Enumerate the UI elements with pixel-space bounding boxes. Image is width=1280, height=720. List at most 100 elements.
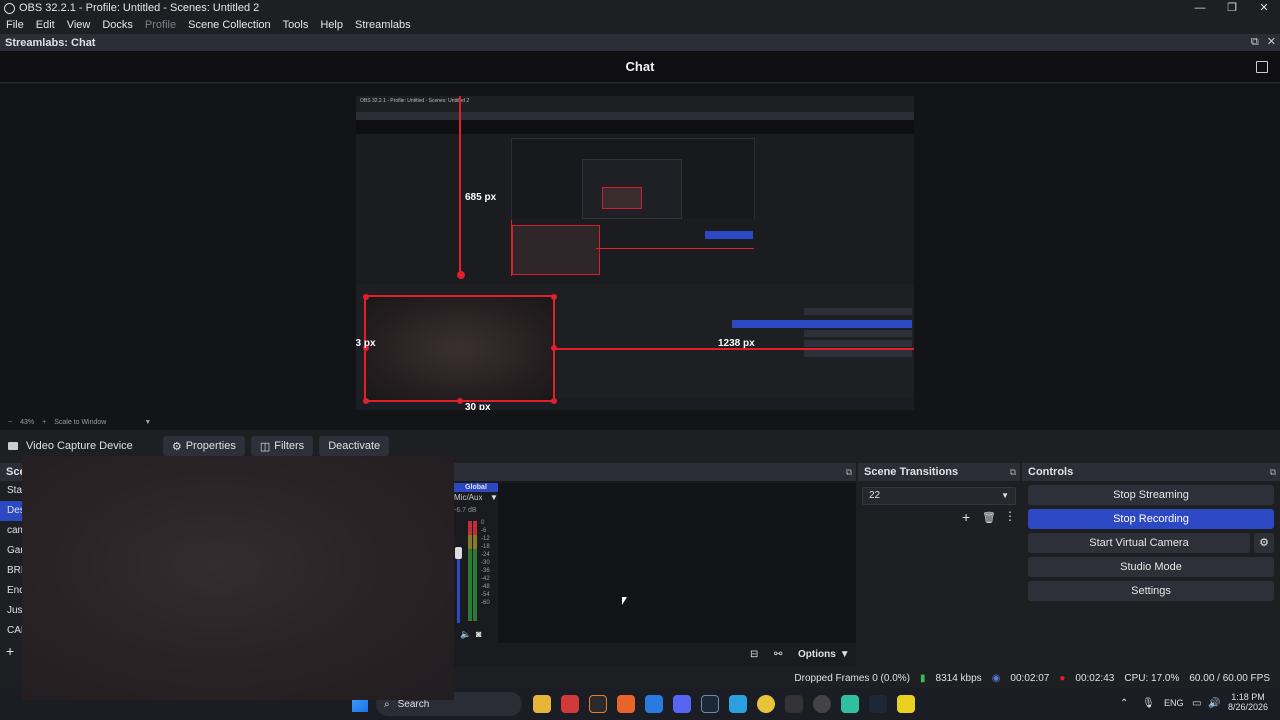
transitions-float-icon[interactable]: ⧉ xyxy=(1010,463,1016,481)
meter-tick-label: -48 xyxy=(481,584,490,590)
scene-item[interactable]: CAM xyxy=(0,621,29,641)
maximize-button[interactable]: ❐ xyxy=(1216,0,1248,16)
app-red-icon[interactable] xyxy=(561,695,579,713)
menu-view[interactable]: View xyxy=(61,19,97,31)
taskbar-clock[interactable]: 1:18 PM 8/26/2026 xyxy=(1226,692,1270,712)
app-yellow-icon[interactable] xyxy=(897,695,915,713)
epic-games-icon[interactable] xyxy=(785,695,803,713)
stop-recording-button[interactable]: Stop Recording xyxy=(1028,509,1274,529)
options-button[interactable]: Options ▼ xyxy=(798,649,850,660)
deactivate-button[interactable]: Deactivate xyxy=(319,436,390,456)
close-button[interactable]: ✕ xyxy=(1248,0,1280,16)
stop-streaming-button[interactable]: Stop Streaming xyxy=(1028,485,1274,505)
menu-profile[interactable]: Profile xyxy=(139,19,182,31)
steam-icon[interactable] xyxy=(701,695,719,713)
window-title-bar: OBS 32.2.1 - Profile: Untitled - Scenes:… xyxy=(0,0,1280,16)
discord-icon[interactable] xyxy=(673,695,691,713)
obs-logo-icon xyxy=(4,2,15,14)
tray-chevron-icon[interactable]: ⌃ xyxy=(1120,698,1128,709)
dock-close-button[interactable]: ✕ xyxy=(1267,34,1276,51)
selected-source-box[interactable] xyxy=(364,295,555,402)
record-time: 00:02:43 xyxy=(1075,672,1115,684)
meter-tick-label: -24 xyxy=(481,552,490,558)
zoom-out-button[interactable]: − xyxy=(8,419,12,426)
controls-title: Controls xyxy=(1028,466,1074,478)
file-explorer-icon[interactable] xyxy=(533,695,551,713)
dropped-frames: Dropped Frames 0 (0.0%) xyxy=(794,672,911,684)
chrome-icon[interactable] xyxy=(757,695,775,713)
scene-item[interactable]: cam xyxy=(0,521,26,541)
add-transition-button[interactable]: + xyxy=(962,509,970,525)
minimize-button[interactable]: — xyxy=(1184,0,1216,16)
start-virtual-camera-button[interactable]: Start Virtual Camera xyxy=(1028,533,1250,553)
scale-dropdown-icon[interactable]: ▼ xyxy=(144,419,151,426)
taskbar-apps xyxy=(528,695,920,713)
menu-bar: File Edit View Docks Profile Scene Colle… xyxy=(0,16,1280,34)
g-app-icon[interactable] xyxy=(645,695,663,713)
network-icon[interactable]: ▭ xyxy=(1192,698,1201,709)
meter-tick-label: -54 xyxy=(481,592,490,598)
menu-file[interactable]: File xyxy=(0,19,30,31)
measure-right-label: 1238 px xyxy=(718,338,755,349)
language-indicator[interactable]: ENG xyxy=(1164,698,1184,708)
volume-slider-handle[interactable] xyxy=(455,547,462,559)
clock-date: 8/26/2026 xyxy=(1227,702,1269,712)
meter-tick-label: -36 xyxy=(481,568,490,574)
scene-item-selected[interactable]: Desk xyxy=(0,501,30,521)
measure-top-label: 685 px xyxy=(465,192,497,203)
mute-icon[interactable]: 🔈 xyxy=(460,629,471,640)
filters-button[interactable]: ◫ Filters xyxy=(250,436,314,456)
menu-docks[interactable]: Docks xyxy=(96,19,139,31)
scene-item[interactable]: End xyxy=(0,581,25,601)
menu-streamlabs[interactable]: Streamlabs xyxy=(349,19,417,31)
obs-icon[interactable] xyxy=(813,695,831,713)
scene-item[interactable]: Gar xyxy=(0,541,24,561)
scene-item[interactable]: Just xyxy=(0,601,25,621)
zoom-in-button[interactable]: + xyxy=(42,419,46,426)
audio-mixer-dock: ⧉ Global Mic/Aux ▼ -6.7 dB 0 -6 -12 -18 -24 -… xyxy=(454,463,856,667)
trash-icon[interactable]: 🗑 xyxy=(982,511,996,524)
chat-title: Chat xyxy=(625,59,655,74)
controls-float-icon[interactable]: ⧉ xyxy=(1270,463,1276,481)
properties-label: Properties xyxy=(185,440,236,452)
settings-button[interactable]: Settings xyxy=(1028,581,1274,601)
app-blue-icon[interactable] xyxy=(729,695,747,713)
link-icon[interactable]: ⚯ xyxy=(774,649,782,660)
scene-item[interactable]: Start xyxy=(0,481,28,501)
measure-bottom-label: 30 px xyxy=(465,402,491,410)
dock-float-button[interactable]: ⧉ xyxy=(1251,34,1259,51)
meter-tick-label: -60 xyxy=(481,600,490,606)
menu-help[interactable]: Help xyxy=(314,19,349,31)
mixer-float-icon[interactable]: ⧉ xyxy=(846,463,852,481)
steam-2-icon[interactable] xyxy=(869,695,887,713)
meter-tick-label: -18 xyxy=(481,544,490,550)
camera-icon xyxy=(8,442,18,450)
channel-dropdown-icon[interactable]: ▼ xyxy=(490,493,498,502)
scale-mode[interactable]: Scale to Window xyxy=(54,419,106,426)
meter-tick-label: -30 xyxy=(481,560,490,566)
more-options-icon[interactable]: ⋮ xyxy=(1004,509,1016,523)
global-tab[interactable]: Global xyxy=(454,483,498,492)
transition-dropdown-icon: ▼ xyxy=(1001,491,1009,500)
monitor-icon[interactable]: ◙ xyxy=(476,629,481,639)
controls-dock-header: Controls ⧉ xyxy=(1022,463,1280,481)
app-teal-icon[interactable] xyxy=(841,695,859,713)
chat-settings-icon[interactable] xyxy=(1256,61,1268,73)
microphone-icon[interactable]: 🎙 xyxy=(1142,698,1155,709)
properties-button[interactable]: ⚙ Properties xyxy=(162,436,245,456)
meter-scale: 0 -6 -12 -18 -24 -30 -36 -42 -48 -54 -60 xyxy=(481,519,490,607)
volume-icon[interactable]: 🔊 xyxy=(1208,698,1220,709)
studio-mode-button[interactable]: Studio Mode xyxy=(1028,557,1274,577)
preview-canvas[interactable]: OBS 32.2.1 - Profile: Untitled - Scenes:… xyxy=(356,96,914,410)
add-scene-button[interactable]: + xyxy=(0,641,22,659)
menu-edit[interactable]: Edit xyxy=(30,19,61,31)
scene-item[interactable]: BRE xyxy=(0,561,28,581)
virtual-camera-settings-icon[interactable]: ⚙ xyxy=(1254,533,1274,553)
menu-tools[interactable]: Tools xyxy=(277,19,315,31)
layout-icon[interactable]: ⊟ xyxy=(750,649,758,660)
transition-select[interactable]: 22 ▼ xyxy=(862,487,1016,505)
brave-icon[interactable] xyxy=(617,695,635,713)
app-orange-icon[interactable] xyxy=(589,695,607,713)
cpu-usage: CPU: 17.0% xyxy=(1124,672,1180,684)
menu-scene-collection[interactable]: Scene Collection xyxy=(182,19,277,31)
